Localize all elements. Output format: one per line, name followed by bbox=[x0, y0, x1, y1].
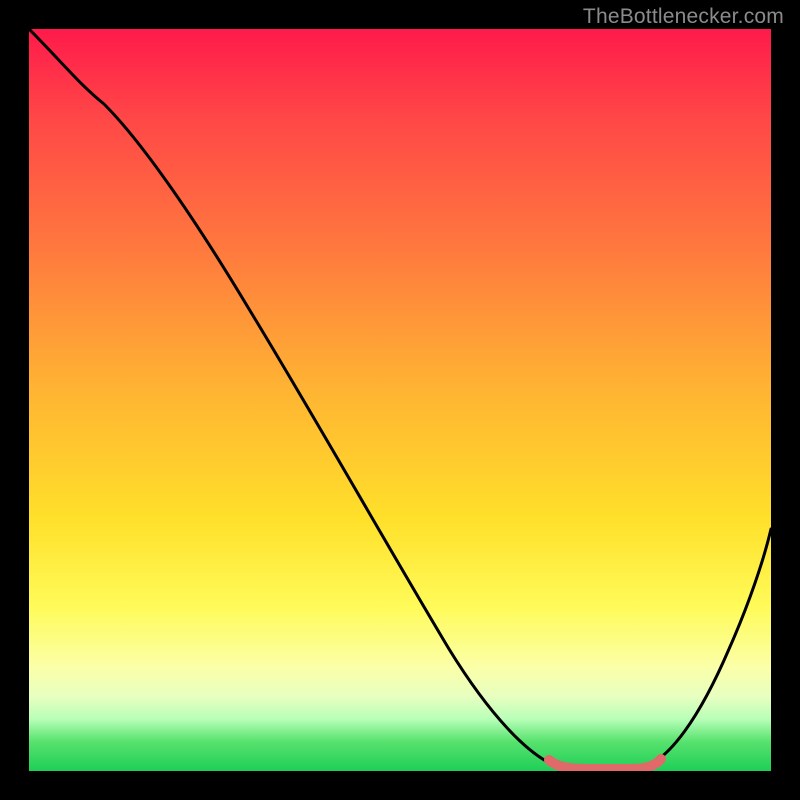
bottleneck-curve-plot bbox=[29, 29, 771, 771]
optimal-range-highlight bbox=[549, 759, 661, 769]
chart-frame bbox=[29, 29, 771, 771]
bottleneck-curve-line bbox=[29, 29, 771, 767]
watermark-text: TheBottlenecker.com bbox=[583, 5, 784, 29]
